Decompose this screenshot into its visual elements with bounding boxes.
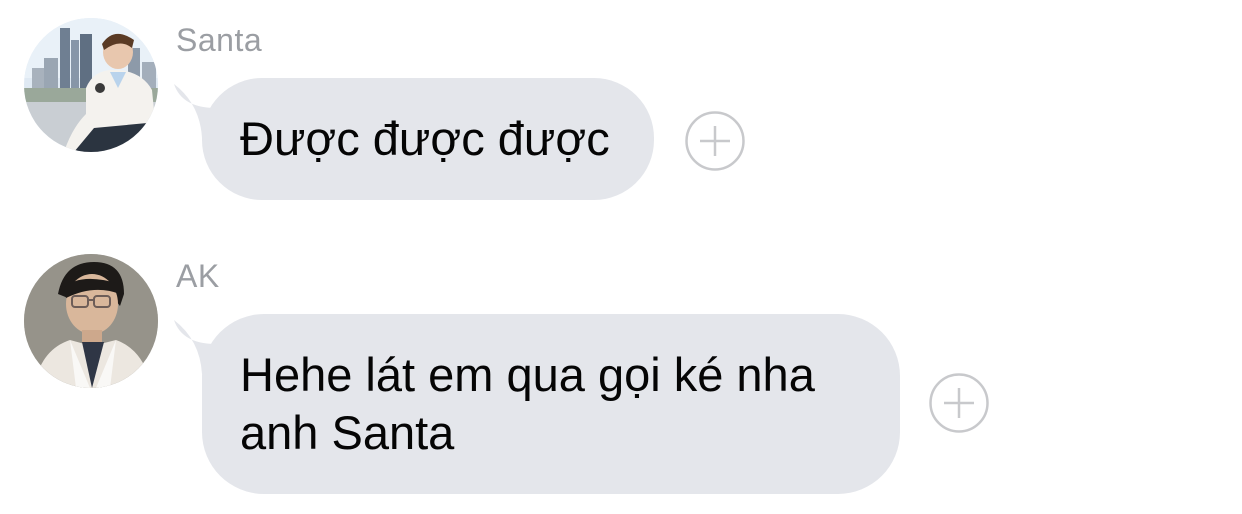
sender-name: AK xyxy=(176,258,220,294)
add-reaction-button[interactable] xyxy=(685,111,745,171)
message-row: Santa Được được được xyxy=(0,18,1242,208)
add-reaction-button[interactable] xyxy=(929,373,989,433)
add-reaction-plus-icon xyxy=(685,111,745,171)
avatar-ak[interactable] xyxy=(24,254,158,388)
avatar-image xyxy=(24,18,158,152)
message-row: AK Hehe lát em qua gọi ké nha anh Santa xyxy=(0,254,1242,504)
avatar-image xyxy=(24,254,158,388)
message-bubble[interactable]: Hehe lát em qua gọi ké nha anh Santa xyxy=(202,314,900,494)
avatar-santa[interactable] xyxy=(24,18,158,152)
add-reaction-plus-icon xyxy=(929,373,989,433)
sender-name: Santa xyxy=(176,22,263,58)
message-bubble[interactable]: Được được được xyxy=(202,78,654,200)
